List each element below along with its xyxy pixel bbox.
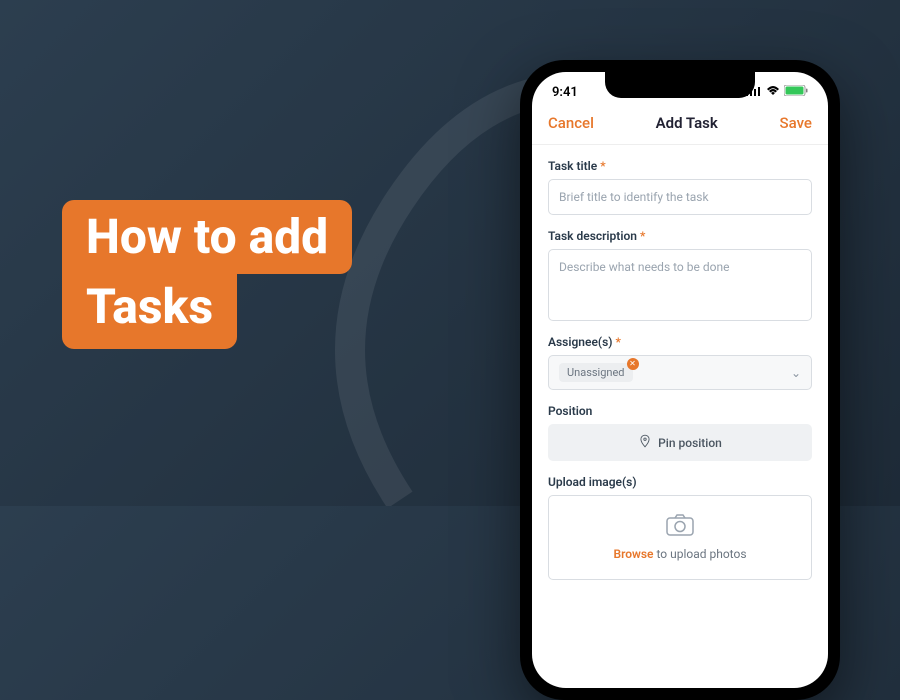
upload-field: Upload image(s) Browse to upload photos: [548, 475, 812, 580]
status-time: 9:41: [552, 85, 578, 100]
hero-line2: Tasks: [62, 274, 237, 348]
task-title-field: Task title * Brief title to identify the…: [548, 159, 812, 215]
hero-line1: How to add: [62, 200, 352, 274]
upload-hint: to upload photos: [654, 547, 747, 561]
phone-frame: 9:41 Cancel Add Task Save Task t: [520, 60, 840, 700]
position-label: Position: [548, 404, 812, 418]
wifi-icon: [766, 85, 780, 100]
assignee-chip[interactable]: Unassigned ✕: [559, 363, 633, 382]
browse-link[interactable]: Browse: [613, 547, 653, 561]
battery-icon: [784, 85, 808, 100]
task-description-input[interactable]: Describe what needs to be done: [548, 249, 812, 321]
upload-label: Upload image(s): [548, 475, 812, 489]
hero-title-badge: How to add Tasks: [62, 200, 352, 349]
assignee-select[interactable]: Unassigned ✕ ⌄: [548, 355, 812, 390]
phone-notch: [605, 72, 755, 98]
required-indicator: *: [600, 159, 605, 173]
remove-chip-icon[interactable]: ✕: [627, 358, 639, 370]
assignee-field: Assignee(s) * Unassigned ✕ ⌄: [548, 335, 812, 390]
upload-dropzone[interactable]: Browse to upload photos: [548, 495, 812, 580]
task-description-label: Task description *: [548, 229, 812, 243]
task-description-field: Task description * Describe what needs t…: [548, 229, 812, 321]
save-button[interactable]: Save: [780, 114, 812, 132]
cancel-button[interactable]: Cancel: [548, 114, 594, 132]
screen-title: Add Task: [656, 114, 718, 132]
assignee-label: Assignee(s) *: [548, 335, 812, 349]
camera-icon: [559, 514, 801, 539]
required-indicator: *: [615, 335, 620, 349]
pin-icon: [638, 434, 652, 451]
chevron-down-icon: ⌄: [791, 366, 801, 380]
task-title-label: Task title *: [548, 159, 812, 173]
pin-position-button[interactable]: Pin position: [548, 424, 812, 461]
phone-screen: 9:41 Cancel Add Task Save Task t: [532, 72, 828, 688]
position-field: Position Pin position: [548, 404, 812, 461]
nav-bar: Cancel Add Task Save: [532, 104, 828, 145]
task-title-input[interactable]: Brief title to identify the task: [548, 179, 812, 215]
add-task-form: Task title * Brief title to identify the…: [532, 145, 828, 608]
required-indicator: *: [640, 229, 645, 243]
